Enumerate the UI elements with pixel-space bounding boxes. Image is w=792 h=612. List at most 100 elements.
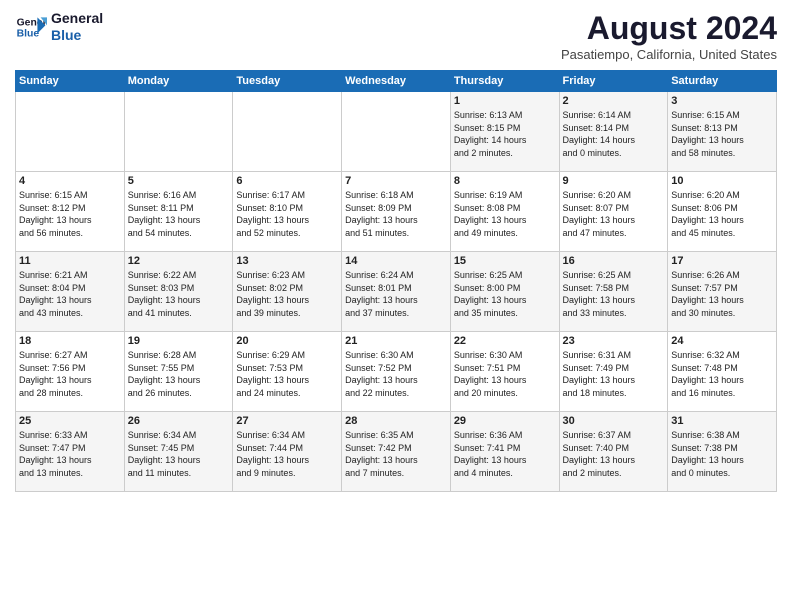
day-info: Sunrise: 6:21 AM Sunset: 8:04 PM Dayligh… <box>19 269 121 319</box>
day-cell: 12Sunrise: 6:22 AM Sunset: 8:03 PM Dayli… <box>124 252 233 332</box>
day-cell <box>16 92 125 172</box>
day-info: Sunrise: 6:37 AM Sunset: 7:40 PM Dayligh… <box>563 429 665 479</box>
day-info: Sunrise: 6:33 AM Sunset: 7:47 PM Dayligh… <box>19 429 121 479</box>
day-cell: 10 Sunrise: 6:20 AM Sunset: 8:06 PM Dayli… <box>668 172 777 252</box>
day-info: Sunrise: 6:22 AM Sunset: 8:03 PM Dayligh… <box>128 269 230 319</box>
day-number: 6 <box>236 175 338 187</box>
day-info: Sunrise: 6:34 AM Sunset: 7:44 PM Dayligh… <box>236 429 338 479</box>
header: General Blue General Blue August 2024 Pa… <box>15 10 777 62</box>
day-number: 31 <box>671 415 773 427</box>
day-cell: 29Sunrise: 6:36 AM Sunset: 7:41 PM Dayli… <box>450 412 559 492</box>
day-number: 27 <box>236 415 338 427</box>
day-cell: 7Sunrise: 6:18 AM Sunset: 8:09 PM Daylig… <box>342 172 451 252</box>
day-cell: 14Sunrise: 6:24 AM Sunset: 8:01 PM Dayli… <box>342 252 451 332</box>
day-info: Sunrise: 6:28 AM Sunset: 7:55 PM Dayligh… <box>128 349 230 399</box>
day-cell: 22 Sunrise: 6:30 AM Sunset: 7:51 PM Dayli… <box>450 332 559 412</box>
day-cell: 6 Sunrise: 6:17 AM Sunset: 8:10 PM Daylig… <box>233 172 342 252</box>
week-row-2: 4Sunrise: 6:15 AM Sunset: 8:12 PM Daylig… <box>16 172 777 252</box>
logo-text-blue: Blue <box>51 27 103 44</box>
day-number: 5 <box>128 175 230 187</box>
day-number: 21 <box>345 335 447 347</box>
day-cell: 30 Sunrise: 6:37 AM Sunset: 7:40 PM Dayli… <box>559 412 668 492</box>
day-cell: 3 Sunrise: 6:15 AM Sunset: 8:13 PM Daylig… <box>668 92 777 172</box>
title-block: August 2024 Pasatiempo, California, Unit… <box>561 10 777 62</box>
svg-text:Blue: Blue <box>17 28 40 39</box>
day-cell: 18 Sunrise: 6:27 AM Sunset: 7:56 PM Dayli… <box>16 332 125 412</box>
day-cell: 1Sunrise: 6:13 AM Sunset: 8:15 PM Daylig… <box>450 92 559 172</box>
weekday-header-tuesday: Tuesday <box>233 71 342 92</box>
day-cell: 24 Sunrise: 6:32 AM Sunset: 7:48 PM Dayli… <box>668 332 777 412</box>
day-info: Sunrise: 6:19 AM Sunset: 8:08 PM Dayligh… <box>454 189 556 239</box>
day-cell: 4Sunrise: 6:15 AM Sunset: 8:12 PM Daylig… <box>16 172 125 252</box>
day-info: Sunrise: 6:32 AM Sunset: 7:48 PM Dayligh… <box>671 349 773 399</box>
day-number: 19 <box>128 335 230 347</box>
day-cell: 5 Sunrise: 6:16 AM Sunset: 8:11 PM Daylig… <box>124 172 233 252</box>
day-info: Sunrise: 6:15 AM Sunset: 8:13 PM Dayligh… <box>671 109 773 159</box>
week-row-5: 25 Sunrise: 6:33 AM Sunset: 7:47 PM Dayli… <box>16 412 777 492</box>
day-info: Sunrise: 6:26 AM Sunset: 7:57 PM Dayligh… <box>671 269 773 319</box>
day-number: 29 <box>454 415 556 427</box>
week-row-4: 18 Sunrise: 6:27 AM Sunset: 7:56 PM Dayli… <box>16 332 777 412</box>
day-number: 17 <box>671 255 773 267</box>
day-info: Sunrise: 6:16 AM Sunset: 8:11 PM Dayligh… <box>128 189 230 239</box>
day-number: 24 <box>671 335 773 347</box>
day-number: 25 <box>19 415 121 427</box>
day-info: Sunrise: 6:30 AM Sunset: 7:52 PM Dayligh… <box>345 349 447 399</box>
weekday-header-thursday: Thursday <box>450 71 559 92</box>
day-number: 28 <box>345 415 447 427</box>
day-number: 8 <box>454 175 556 187</box>
logo: General Blue General Blue <box>15 10 103 44</box>
day-cell: 20Sunrise: 6:29 AM Sunset: 7:53 PM Dayli… <box>233 332 342 412</box>
day-number: 2 <box>563 95 665 107</box>
day-number: 15 <box>454 255 556 267</box>
day-cell: 31 Sunrise: 6:38 AM Sunset: 7:38 PM Dayli… <box>668 412 777 492</box>
calendar-page: General Blue General Blue August 2024 Pa… <box>0 0 792 612</box>
day-cell: 27 Sunrise: 6:34 AM Sunset: 7:44 PM Dayli… <box>233 412 342 492</box>
day-number: 1 <box>454 95 556 107</box>
day-cell: 2 Sunrise: 6:14 AM Sunset: 8:14 PM Daylig… <box>559 92 668 172</box>
day-info: Sunrise: 6:23 AM Sunset: 8:02 PM Dayligh… <box>236 269 338 319</box>
day-info: Sunrise: 6:29 AM Sunset: 7:53 PM Dayligh… <box>236 349 338 399</box>
calendar-title: August 2024 <box>561 10 777 47</box>
day-number: 30 <box>563 415 665 427</box>
day-cell: 13Sunrise: 6:23 AM Sunset: 8:02 PM Dayli… <box>233 252 342 332</box>
day-info: Sunrise: 6:38 AM Sunset: 7:38 PM Dayligh… <box>671 429 773 479</box>
day-number: 23 <box>563 335 665 347</box>
day-info: Sunrise: 6:25 AM Sunset: 7:58 PM Dayligh… <box>563 269 665 319</box>
day-info: Sunrise: 6:24 AM Sunset: 8:01 PM Dayligh… <box>345 269 447 319</box>
day-number: 11 <box>19 255 121 267</box>
day-cell: 16 Sunrise: 6:25 AM Sunset: 7:58 PM Dayli… <box>559 252 668 332</box>
day-info: Sunrise: 6:30 AM Sunset: 7:51 PM Dayligh… <box>454 349 556 399</box>
weekday-header-row: SundayMondayTuesdayWednesdayThursdayFrid… <box>16 71 777 92</box>
day-cell: 21 Sunrise: 6:30 AM Sunset: 7:52 PM Dayli… <box>342 332 451 412</box>
logo-text-general: General <box>51 10 103 27</box>
day-info: Sunrise: 6:20 AM Sunset: 8:06 PM Dayligh… <box>671 189 773 239</box>
day-cell: 9 Sunrise: 6:20 AM Sunset: 8:07 PM Daylig… <box>559 172 668 252</box>
week-row-3: 11 Sunrise: 6:21 AM Sunset: 8:04 PM Dayli… <box>16 252 777 332</box>
day-cell: 17 Sunrise: 6:26 AM Sunset: 7:57 PM Dayli… <box>668 252 777 332</box>
day-number: 9 <box>563 175 665 187</box>
day-cell <box>124 92 233 172</box>
calendar-subtitle: Pasatiempo, California, United States <box>561 47 777 62</box>
weekday-header-saturday: Saturday <box>668 71 777 92</box>
day-info: Sunrise: 6:27 AM Sunset: 7:56 PM Dayligh… <box>19 349 121 399</box>
weekday-header-sunday: Sunday <box>16 71 125 92</box>
day-cell: 15Sunrise: 6:25 AM Sunset: 8:00 PM Dayli… <box>450 252 559 332</box>
day-info: Sunrise: 6:17 AM Sunset: 8:10 PM Dayligh… <box>236 189 338 239</box>
day-info: Sunrise: 6:20 AM Sunset: 8:07 PM Dayligh… <box>563 189 665 239</box>
calendar-table: SundayMondayTuesdayWednesdayThursdayFrid… <box>15 70 777 492</box>
day-info: Sunrise: 6:14 AM Sunset: 8:14 PM Dayligh… <box>563 109 665 159</box>
day-number: 4 <box>19 175 121 187</box>
day-info: Sunrise: 6:18 AM Sunset: 8:09 PM Dayligh… <box>345 189 447 239</box>
day-number: 10 <box>671 175 773 187</box>
day-cell <box>233 92 342 172</box>
day-number: 22 <box>454 335 556 347</box>
weekday-header-friday: Friday <box>559 71 668 92</box>
day-cell <box>342 92 451 172</box>
weekday-header-monday: Monday <box>124 71 233 92</box>
weekday-header-wednesday: Wednesday <box>342 71 451 92</box>
day-number: 18 <box>19 335 121 347</box>
day-number: 16 <box>563 255 665 267</box>
day-cell: 8 Sunrise: 6:19 AM Sunset: 8:08 PM Daylig… <box>450 172 559 252</box>
day-number: 3 <box>671 95 773 107</box>
